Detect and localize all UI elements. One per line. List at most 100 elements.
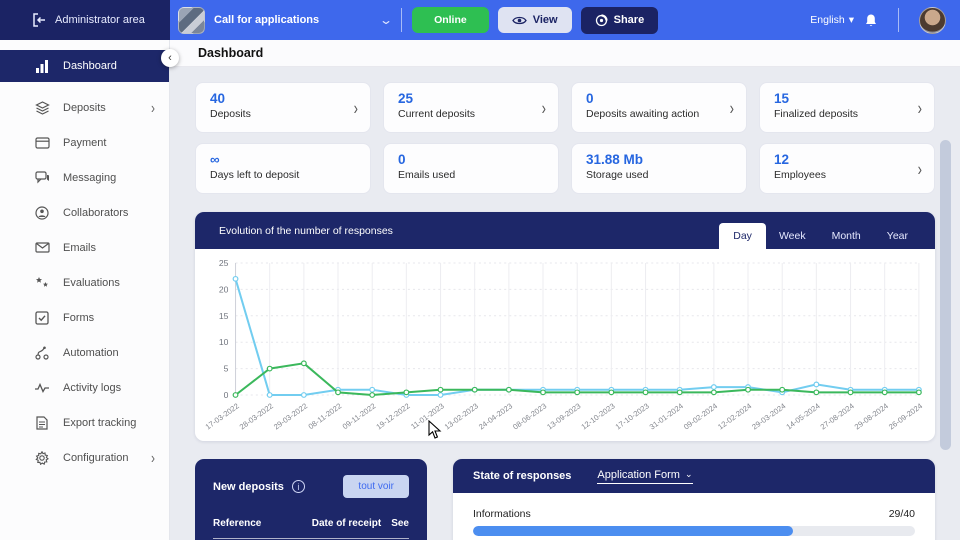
progress-track [473, 526, 915, 536]
admin-dashboard-app: Administrator area Call for applications… [0, 0, 960, 540]
stat-card-deposits[interactable]: 40 Deposits › [195, 82, 371, 133]
sidebar-item-label: Collaborators [63, 206, 129, 219]
sidebar-item-messaging[interactable]: Messaging [0, 160, 169, 195]
stat-value: 31.88 Mb [586, 152, 644, 167]
chevron-right-icon: › [917, 158, 922, 179]
sidebar-item-label: Messaging [63, 171, 117, 184]
bar-chart-icon [34, 59, 50, 73]
main-content: Dashboard 40 Deposits › 25 Current depos… [170, 40, 960, 540]
new-deposits-card: New deposits i tout voir Reference Date … [195, 459, 427, 540]
svg-text:5: 5 [224, 364, 229, 374]
stat-label: Current deposits [398, 108, 476, 120]
see-all-button[interactable]: tout voir [343, 475, 409, 498]
language-label: English [810, 14, 845, 26]
stat-card-awaiting-action[interactable]: 0 Deposits awaiting action › [571, 82, 747, 133]
chart-title: Evolution of the number of responses [219, 224, 393, 237]
tab-week[interactable]: Week [766, 223, 819, 249]
column-see: See [391, 518, 409, 529]
svg-text:17-10-2023: 17-10-2023 [614, 401, 651, 431]
sidebar-item-emails[interactable]: Emails [0, 230, 169, 265]
online-status-button[interactable]: Online [412, 7, 489, 33]
stat-value: 15 [774, 91, 790, 106]
person-icon [34, 205, 50, 220]
chart-period-tabs: Day Week Month Year [719, 212, 935, 249]
svg-text:15: 15 [219, 311, 229, 321]
user-avatar[interactable] [919, 6, 946, 34]
sidebar-item-evaluations[interactable]: Evaluations [0, 265, 169, 300]
page-scrollbar[interactable] [940, 140, 951, 450]
responses-chart-card: Evolution of the number of responses Day… [195, 212, 935, 441]
sidebar-item-label: Emails [63, 241, 97, 254]
svg-text:11-01-2023: 11-01-2023 [409, 401, 446, 431]
section-count: 29/40 [888, 508, 915, 520]
sidebar-item-activity-logs[interactable]: Activity logs [0, 370, 169, 405]
svg-text:17-03-2022: 17-03-2022 [204, 401, 241, 431]
document-icon [34, 415, 50, 430]
credit-card-icon [34, 136, 50, 149]
chat-icon [34, 171, 50, 184]
topbar: Administrator area Call for applications… [0, 0, 960, 40]
svg-text:29-03-2022: 29-03-2022 [272, 401, 309, 431]
caret-down-icon: ▾ [848, 14, 854, 26]
svg-text:29-08-2024: 29-08-2024 [853, 401, 891, 431]
responses-body: Informations 29/40 Team Members 27/40 [453, 493, 935, 540]
sidebar-item-configuration[interactable]: Configuration › [0, 440, 169, 475]
stat-label: Deposits awaiting action [586, 108, 700, 120]
sidebar-item-deposits[interactable]: Deposits › [0, 90, 169, 125]
stat-card-emails-used: 0 Emails used [383, 143, 559, 194]
page-titlebar: Dashboard [170, 40, 960, 67]
stat-value: ∞ [210, 152, 220, 167]
admin-area-label: Administrator area [55, 14, 145, 26]
stat-value: 0 [586, 91, 594, 106]
divider [898, 8, 899, 32]
stat-card-finalized-deposits[interactable]: 15 Finalized deposits › [759, 82, 935, 133]
divider [213, 538, 409, 539]
chevron-right-icon: › [917, 97, 922, 118]
automation-icon [34, 346, 50, 360]
sidebar-item-label: Dashboard [63, 60, 117, 72]
chart-header: Evolution of the number of responses Day… [195, 212, 935, 249]
gear-icon [34, 450, 50, 465]
chevron-right-icon: › [353, 97, 358, 118]
view-button[interactable]: View [497, 7, 572, 33]
chevron-right-icon: › [151, 98, 155, 117]
share-button[interactable]: Share [580, 6, 659, 34]
stat-card-days-left: ∞ Days left to deposit [195, 143, 371, 194]
chevron-right-icon: › [729, 97, 734, 118]
new-deposits-title: New deposits [213, 480, 284, 493]
exit-icon [33, 13, 45, 27]
progress-fill [473, 526, 794, 536]
stat-card-storage-used: 31.88 Mb Storage used [571, 143, 747, 194]
caret-down-icon: ⌄ [684, 469, 693, 479]
info-icon: i [291, 480, 305, 493]
sidebar-item-label: Configuration [63, 451, 129, 464]
sidebar-collapse-button[interactable]: ‹ [161, 49, 179, 67]
admin-area-button[interactable]: Administrator area [0, 0, 170, 40]
divider [401, 8, 403, 32]
form-selector-dropdown[interactable]: Application Form ⌄ [597, 469, 693, 484]
bell-icon[interactable] [864, 13, 878, 28]
svg-text:13-09-2023: 13-09-2023 [545, 401, 582, 431]
svg-text:26-09-2024: 26-09-2024 [887, 401, 925, 431]
sidebar-item-payment[interactable]: Payment [0, 125, 169, 160]
stat-card-current-deposits[interactable]: 25 Current deposits › [383, 82, 559, 133]
svg-text:08-11-2022: 08-11-2022 [307, 401, 344, 431]
language-selector[interactable]: English ▾ [810, 14, 854, 26]
sidebar-item-dashboard[interactable]: Dashboard [0, 50, 169, 82]
sidebar-item-forms[interactable]: Forms [0, 300, 169, 335]
tab-month[interactable]: Month [819, 223, 874, 249]
sidebar-item-collaborators[interactable]: Collaborators [0, 195, 169, 230]
responses-chart-svg: 0 5 10 15 20 25 17-03-202228-03-202229-03-2022… [204, 258, 925, 431]
stat-card-employees[interactable]: 12 Employees › [759, 143, 935, 194]
responses-title: State of responses [473, 470, 572, 482]
tab-year[interactable]: Year [874, 223, 921, 249]
project-selector[interactable]: Call for applications ⌄ [170, 6, 393, 34]
page-title: Dashboard [198, 46, 264, 60]
sidebar-item-label: Forms [63, 311, 95, 324]
check-square-icon [34, 310, 50, 325]
sidebar-item-label: Payment [63, 136, 107, 149]
svg-text:25: 25 [219, 258, 229, 268]
tab-day[interactable]: Day [719, 223, 766, 249]
sidebar-item-automation[interactable]: Automation [0, 335, 169, 370]
sidebar-item-export-tracking[interactable]: Export tracking [0, 405, 169, 440]
